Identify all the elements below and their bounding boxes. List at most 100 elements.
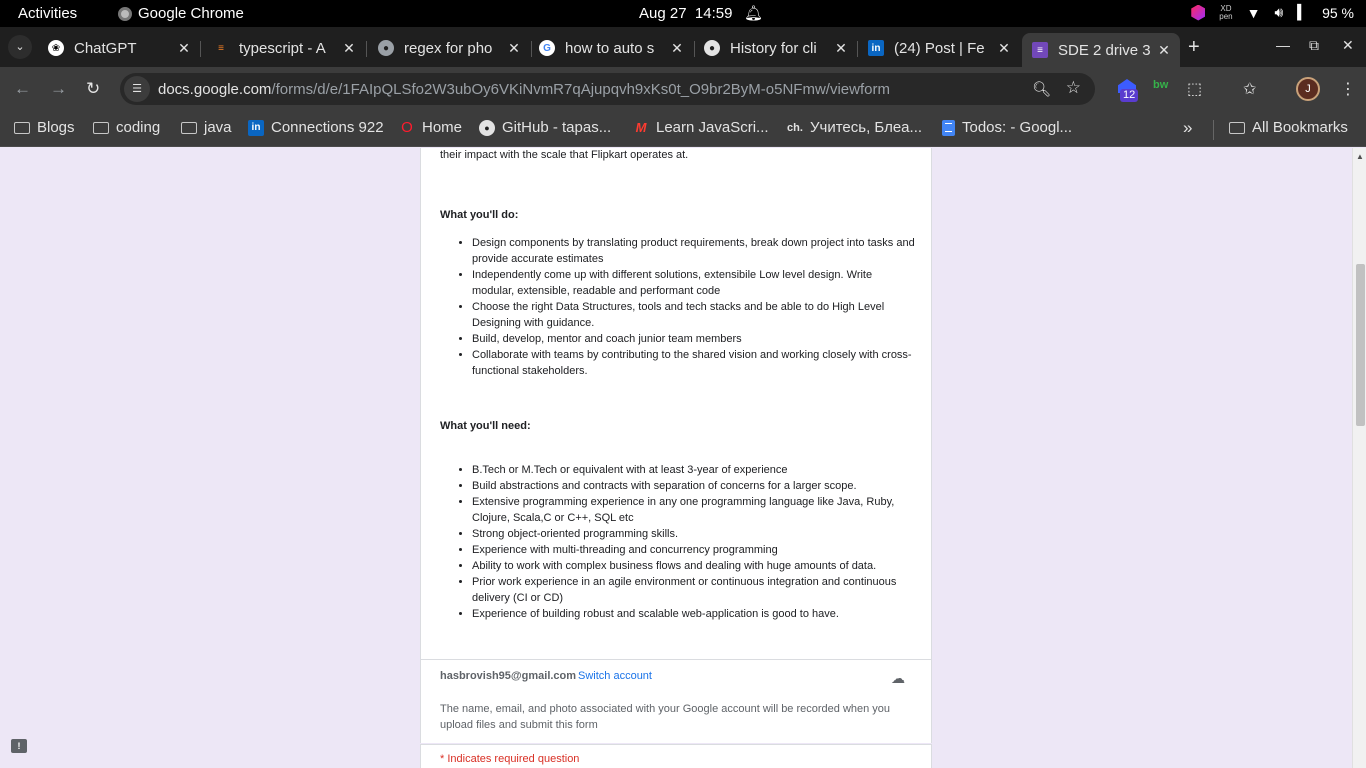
scroll-up-arrow-icon[interactable]: ▲ bbox=[1356, 152, 1364, 161]
close-icon[interactable]: ✕ bbox=[1154, 42, 1174, 59]
linkedin-icon: in bbox=[868, 40, 884, 56]
account-section: hasbrovish95@gmail.com Switch account ☁︎… bbox=[420, 659, 932, 743]
google-forms-icon: ≡ bbox=[1032, 42, 1048, 58]
responsibilities-list: Design components by translating product… bbox=[472, 235, 917, 379]
close-icon[interactable]: ✕ bbox=[667, 40, 687, 57]
menu-kebab-icon[interactable]: ⋮ bbox=[1340, 79, 1356, 99]
folder-icon bbox=[14, 121, 30, 134]
scrollbar-thumb[interactable] bbox=[1356, 264, 1365, 426]
tab-sde2-drive-active[interactable]: ≡ SDE 2 drive 3 ✕ bbox=[1022, 33, 1180, 67]
xd-icon[interactable]: XD pen bbox=[1219, 4, 1232, 21]
page-viewport: their impact with the scale that Flipkar… bbox=[0, 148, 1352, 768]
bookmark-label: Home bbox=[422, 119, 463, 136]
bookmark-star-icon[interactable]: ☆ bbox=[1066, 78, 1081, 98]
tab-divider bbox=[200, 41, 201, 57]
zoom-icon[interactable]: 🔍︎ bbox=[1032, 80, 1051, 98]
tab-divider bbox=[366, 41, 367, 57]
tab-typescript[interactable]: ≡ typescript - A ✕ bbox=[203, 33, 365, 63]
close-icon[interactable]: ✕ bbox=[339, 40, 359, 57]
google-icon: G bbox=[539, 40, 555, 56]
close-icon[interactable]: ✕ bbox=[994, 40, 1014, 57]
url-text[interactable]: docs.google.com/forms/d/e/1FAIpQLSfo2W3u… bbox=[158, 81, 890, 98]
what-you-do-heading: What you'll do: bbox=[440, 209, 519, 221]
tab-github-history[interactable]: ● History for cli ✕ bbox=[694, 33, 857, 63]
minimize-icon[interactable]: — bbox=[1276, 37, 1290, 53]
new-tab-button[interactable]: + bbox=[1188, 36, 1200, 59]
app-menu[interactable]: Google Chrome bbox=[118, 5, 244, 22]
bookmarks-star-icon[interactable]: ✩ bbox=[1243, 79, 1256, 99]
report-feedback-icon[interactable]: ! bbox=[11, 739, 27, 753]
tab-chatgpt[interactable]: ❀ ChatGPT ✕ bbox=[38, 33, 200, 63]
docs-icon bbox=[942, 119, 955, 136]
notification-bell-icon[interactable]: 🔔︎ bbox=[744, 4, 763, 22]
switch-account-link[interactable]: Switch account bbox=[578, 670, 652, 682]
m-icon: M bbox=[635, 120, 647, 135]
bookmark-label: java bbox=[204, 119, 232, 136]
tab-title: regex for pho bbox=[404, 39, 493, 57]
intro-text: their impact with the scale that Flipkar… bbox=[440, 149, 689, 161]
list-item: Collaborate with teams by contributing t… bbox=[472, 347, 917, 379]
page-scrollbar[interactable]: ▲ bbox=[1352, 148, 1366, 768]
bookmark-home[interactable]: O Home bbox=[399, 119, 462, 136]
form-description-card: their impact with the scale that Flipkar… bbox=[420, 148, 932, 659]
bookmark-russian[interactable]: ch. Учитесь, Блеа... bbox=[787, 119, 922, 136]
bookmark-label: Todos: - Googl... bbox=[962, 119, 1073, 136]
folder-icon bbox=[181, 121, 197, 134]
close-icon[interactable]: ✕ bbox=[504, 40, 524, 57]
linkedin-icon: in bbox=[248, 119, 264, 136]
bookmark-java[interactable]: java bbox=[181, 119, 232, 136]
tab-strip: ⌄ ❀ ChatGPT ✕ ≡ typescript - A ✕ ● regex… bbox=[0, 27, 1366, 67]
cloud-saved-icon: ☁︎ bbox=[891, 670, 905, 686]
reload-button[interactable]: ↻ bbox=[86, 79, 100, 99]
system-tray[interactable]: XD pen ▼ 🔊︎ ▍ 95 % bbox=[1191, 4, 1354, 21]
tab-regex[interactable]: ● regex for pho ✕ bbox=[368, 33, 530, 63]
battery-percent: 95 % bbox=[1322, 4, 1354, 21]
gem-app-icon[interactable] bbox=[1191, 4, 1206, 21]
extension-badge: 12 bbox=[1120, 89, 1139, 102]
restore-icon[interactable]: ⧉ bbox=[1309, 37, 1319, 54]
tab-google-search[interactable]: G how to auto s ✕ bbox=[529, 33, 693, 63]
chrome-icon bbox=[118, 6, 132, 21]
close-icon[interactable]: ✕ bbox=[831, 40, 851, 57]
tab-title: how to auto s bbox=[565, 39, 655, 57]
bookmark-coding[interactable]: coding bbox=[93, 119, 160, 136]
forward-button[interactable]: → bbox=[50, 79, 67, 99]
tab-title: SDE 2 drive 3 bbox=[1058, 41, 1151, 59]
site-info-icon[interactable]: ☰ bbox=[124, 76, 150, 102]
extensions-puzzle-icon[interactable]: ⬚ bbox=[1187, 79, 1202, 99]
folder-icon bbox=[1229, 121, 1245, 134]
bookmark-label: Connections 922 bbox=[271, 119, 384, 136]
ch-icon: ch. bbox=[787, 121, 803, 134]
profile-avatar[interactable]: J bbox=[1296, 77, 1320, 101]
close-window-icon[interactable]: ✕ bbox=[1342, 37, 1354, 54]
activities-button[interactable]: Activities bbox=[18, 5, 77, 22]
bookmark-label: Blogs bbox=[37, 119, 75, 136]
address-bar[interactable]: ☰ docs.google.com/forms/d/e/1FAIpQLSfo2W… bbox=[120, 73, 1095, 105]
browser-toolbar: ← → ↻ ☰ docs.google.com/forms/d/e/1FAIpQ… bbox=[0, 67, 1366, 111]
bookmark-learn-js[interactable]: M Learn JavaScri... bbox=[633, 119, 769, 136]
all-bookmarks[interactable]: All Bookmarks bbox=[1229, 119, 1348, 136]
bitwarden-icon[interactable]: bw bbox=[1153, 79, 1168, 91]
list-item: Design components by translating product… bbox=[472, 235, 917, 267]
extension-house-icon[interactable]: 12 bbox=[1116, 79, 1139, 102]
app-name: Google Chrome bbox=[138, 5, 244, 22]
tab-title: ChatGPT bbox=[74, 39, 137, 57]
tab-linkedin-post[interactable]: in (24) Post | Fe ✕ bbox=[858, 33, 1020, 63]
close-icon[interactable]: ✕ bbox=[174, 40, 194, 57]
bookmark-label: coding bbox=[116, 119, 161, 136]
bookmark-connections[interactable]: in Connections 922 bbox=[248, 119, 384, 136]
date-label: Aug 27 bbox=[639, 5, 687, 22]
chatgpt-icon: ❀ bbox=[48, 40, 64, 56]
back-button[interactable]: ← bbox=[14, 79, 31, 99]
bookmark-todos[interactable]: Todos: - Googl... bbox=[942, 119, 1072, 136]
clock[interactable]: Aug 27 14:59 bbox=[639, 5, 732, 22]
list-item: Extensive programming experience in any … bbox=[472, 494, 917, 526]
globe-icon: ● bbox=[378, 40, 394, 56]
bookmarks-divider bbox=[1213, 120, 1214, 140]
tab-search-button[interactable]: ⌄ bbox=[8, 35, 32, 59]
list-item: B.Tech or M.Tech or equivalent with at l… bbox=[472, 462, 917, 478]
bookmark-blogs[interactable]: Blogs bbox=[14, 119, 75, 136]
volume-icon: 🔊︎ bbox=[1274, 4, 1284, 20]
bookmarks-overflow-icon[interactable]: » bbox=[1183, 118, 1192, 138]
bookmark-github[interactable]: ● GitHub - tapas... bbox=[479, 119, 611, 136]
